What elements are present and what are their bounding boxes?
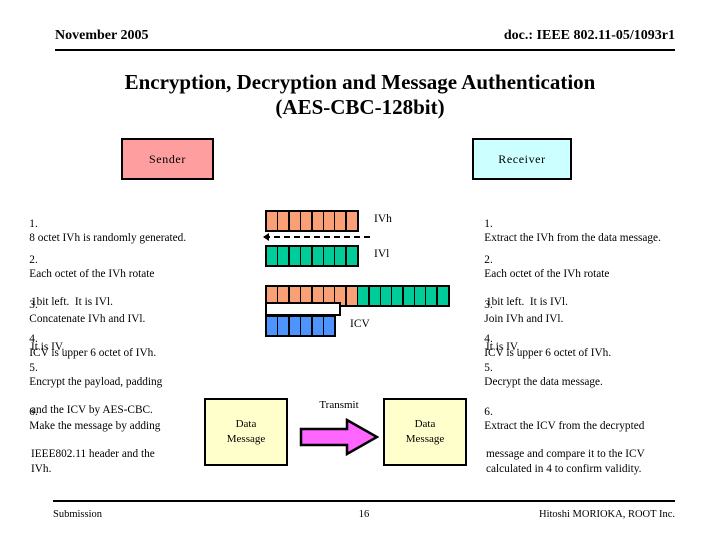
footer-author: Hitoshi MORIOKA, ROOT Inc. [538, 509, 675, 520]
ivh-label: IVh [374, 213, 392, 225]
sender-step-1-num: 1. [29, 218, 38, 231]
sender-step-5-num: 5. [29, 362, 38, 375]
icv-bracket [265, 302, 341, 316]
ivl-octet [323, 247, 334, 265]
icv-octet [312, 317, 323, 335]
iv-octet-low [392, 287, 403, 305]
header-date: November 2005 [55, 28, 149, 43]
sender-step-6-num: 6. [29, 406, 38, 419]
page-title: Encryption, Decryption and Message Authe… [40, 70, 680, 120]
ivh-octet [323, 212, 334, 230]
transmit-label: Transmit [319, 399, 359, 411]
ivl-octet [267, 247, 277, 265]
sender-step-3-num: 3. [29, 299, 38, 312]
iv-octet-low [380, 287, 391, 305]
iv-octet-low [415, 287, 426, 305]
receiver-step-4-num: 4. [484, 333, 493, 346]
sender-step-5-text: Encrypt the payload, padding [29, 376, 163, 389]
header-divider [55, 49, 675, 51]
ivl-octet [312, 247, 323, 265]
ivl-octet [301, 247, 312, 265]
iv-octet-low [403, 287, 414, 305]
ivh-octet [312, 212, 323, 230]
iv-octet-low [358, 287, 369, 305]
receiver-step-2-num: 2. [484, 254, 493, 267]
sender-step-2-text: Each octet of the IVh rotate [29, 268, 155, 281]
icv-octet [301, 317, 312, 335]
sender-label: Sender [149, 151, 186, 166]
sender-step-6: 6. Make the message by adding IEEE802.11… [18, 391, 160, 504]
ivl-octet [278, 247, 289, 265]
receiver-step-5-text: Decrypt the data message. [484, 376, 603, 389]
receiver-step-2-text: Each octet of the IVh rotate [484, 268, 610, 281]
rotate-connector [263, 232, 370, 242]
rotate-dashed-line [264, 236, 370, 238]
ivl-octet-row [265, 245, 359, 267]
iv-octet-low [437, 287, 448, 305]
ivl-octet [346, 247, 357, 265]
ivh-octet [301, 212, 312, 230]
ivl-octet [335, 247, 346, 265]
iv-octet-high [346, 287, 357, 305]
ivh-octet-row [265, 210, 359, 232]
icv-octet [323, 317, 334, 335]
ivl-octet [289, 247, 300, 265]
ivh-octet [346, 212, 357, 230]
receiver-step-6-cont: message and compare it to the ICV calcul… [486, 448, 645, 475]
ivh-octet [335, 212, 346, 230]
icv-octet [278, 317, 289, 335]
sender-data-message-box: Data Message [204, 398, 288, 466]
transmit-arrow-svg [299, 417, 380, 457]
transmit-arrow-icon [299, 417, 380, 457]
title-line-2: (AES-CBC-128bit) [275, 94, 445, 119]
sender-step-2-num: 2. [29, 254, 38, 267]
sender-step-4-num: 4. [29, 333, 38, 346]
receiver-data-message-box: Data Message [383, 398, 467, 466]
sender-data-message-line2: Message [226, 433, 266, 445]
receiver-step-5-num: 5. [484, 362, 493, 375]
sender-box: Sender [121, 138, 214, 180]
receiver-step-6-text: Extract the ICV from the decrypted [484, 420, 645, 433]
ivh-octet [267, 212, 277, 230]
iv-octet-low [426, 287, 437, 305]
icv-octet [267, 317, 277, 335]
ivl-label: IVl [374, 248, 390, 260]
receiver-data-message-line2: Message [405, 433, 445, 445]
sender-step-6-cont: IEEE802.11 header and the IVh. [31, 448, 155, 475]
slide-header: November 2005 doc.: IEEE 802.11-05/1093r… [55, 28, 675, 54]
icv-octet [289, 317, 300, 335]
ivh-octet [289, 212, 300, 230]
icv-label: ICV [350, 318, 370, 330]
receiver-step-3-num: 3. [484, 299, 493, 312]
footer-divider [53, 500, 675, 502]
title-line-1: Encryption, Decryption and Message Authe… [124, 70, 596, 94]
receiver-box: Receiver [472, 138, 572, 180]
receiver-label: Receiver [498, 151, 546, 166]
receiver-step-6: 6. Extract the ICV from the decrypted me… [473, 391, 645, 504]
sender-step-6-text: Make the message by adding [29, 420, 161, 433]
receiver-data-message-line1: Data [414, 418, 436, 431]
iv-octet-low [369, 287, 380, 305]
ivh-octet [278, 212, 289, 230]
sender-data-message-line1: Data [235, 418, 257, 431]
receiver-step-1-num: 1. [484, 218, 493, 231]
slide-footer: Submission 16 Hitoshi MORIOKA, ROOT Inc. [53, 500, 675, 526]
icv-octet-row [265, 315, 336, 337]
rotate-arrow-icon [263, 233, 269, 241]
header-doc-id: doc.: IEEE 802.11-05/1093r1 [503, 28, 675, 43]
receiver-step-6-num: 6. [484, 406, 493, 419]
